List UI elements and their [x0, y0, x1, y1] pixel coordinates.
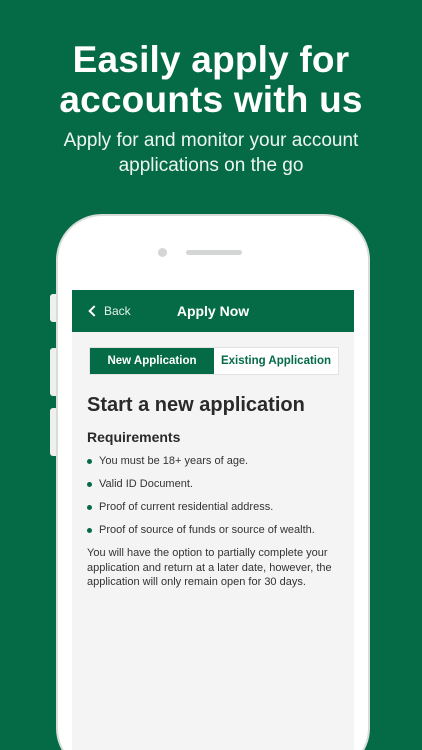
hero-subtitle-line1: Apply for and monitor your account	[63, 130, 359, 151]
list-item: You must be 18+ years of age.	[87, 454, 342, 468]
hero-title-line1: Easily apply for	[72, 39, 350, 80]
list-item: Proof of current residential address.	[87, 500, 342, 514]
section-heading: Start a new application	[87, 394, 305, 416]
page-title: Apply Now	[176, 303, 250, 319]
hero-subtitle-line2: applications on the go	[118, 155, 304, 176]
application-note: You will have the option to partially co…	[87, 547, 332, 588]
hero-title-line2: accounts with us	[59, 79, 363, 120]
phone-speaker	[186, 250, 242, 255]
phone-camera	[158, 248, 167, 257]
app-screen: Back Apply Now New Application Existing …	[72, 290, 354, 750]
requirements-heading: Requirements	[87, 429, 181, 445]
application-content: Start a new application Requirements You…	[87, 392, 342, 590]
list-item: Proof of source of funds or source of we…	[87, 523, 342, 537]
tab-new-application[interactable]: New Application	[90, 348, 214, 374]
navbar: Back Apply Now	[72, 290, 354, 332]
list-item: Valid ID Document.	[87, 477, 342, 491]
tab-existing-application[interactable]: Existing Application	[214, 348, 338, 374]
hero-subtitle: Apply for and monitor your account appli…	[0, 128, 422, 178]
hero-title: Easily apply for accounts with us	[0, 40, 422, 120]
requirements-list: You must be 18+ years of age. Valid ID D…	[87, 454, 342, 537]
application-tabs: New Application Existing Application	[89, 347, 339, 375]
